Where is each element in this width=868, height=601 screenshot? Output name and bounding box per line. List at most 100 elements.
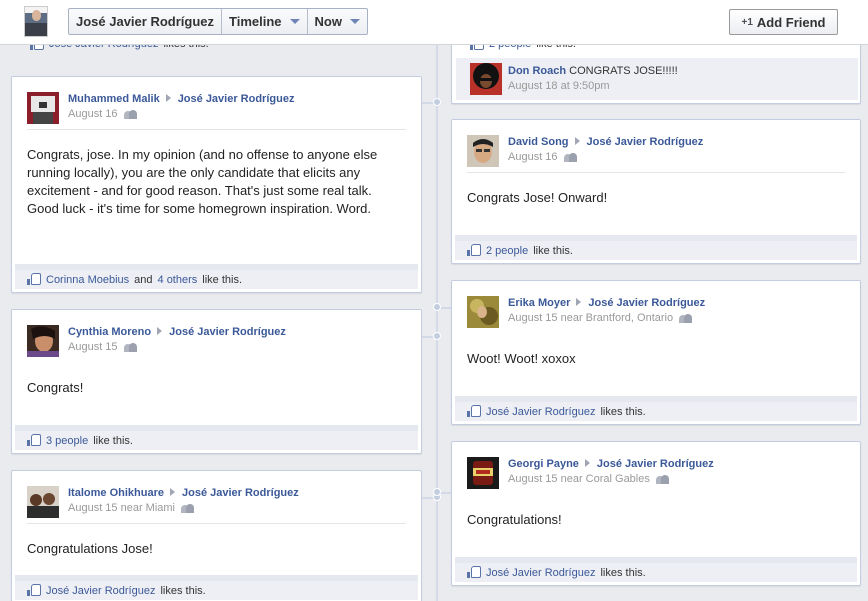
- avatar[interactable]: [467, 296, 499, 328]
- post-message: Congratulations Jose!: [27, 541, 153, 556]
- post-message: Congrats!: [27, 380, 84, 395]
- friends-audience-icon[interactable]: [655, 475, 670, 484]
- post-author-line: Erika Moyer José Javier Rodríguez: [508, 296, 705, 311]
- post-author-line: Georgi Payne José Javier Rodríguez: [508, 457, 714, 472]
- target-link[interactable]: José Javier Rodríguez: [182, 487, 299, 499]
- friends-audience-icon[interactable]: [679, 314, 693, 323]
- post-meta: August 15: [68, 340, 286, 355]
- timeline-header: José Javier Rodríguez Timeline Now +1 Ad…: [0, 0, 868, 45]
- friends-audience-icon[interactable]: [181, 504, 195, 513]
- like-thumb-icon: [467, 244, 481, 256]
- profile-thumbnail[interactable]: [24, 6, 48, 37]
- author-link[interactable]: Georgi Payne: [508, 458, 579, 470]
- post-meta: August 15 near Brantford, Ontario: [508, 311, 705, 326]
- post-message: Congrats, jose. In my opinion (and no of…: [27, 147, 378, 216]
- avatar[interactable]: [27, 92, 59, 124]
- likes-count-link[interactable]: 3 people: [46, 435, 88, 447]
- author-link[interactable]: Muhammed Malik: [68, 93, 160, 105]
- author-link[interactable]: Erika Moyer: [508, 297, 570, 309]
- like-bar: José Javier Rodríguez likes this.: [455, 396, 857, 421]
- divider: [467, 172, 845, 173]
- comment-content: Don Roach CONGRATS JOSE!!!!! August 18 a…: [508, 64, 678, 94]
- post-date[interactable]: August 15 near Brantford, Ontario: [508, 311, 673, 326]
- post-date[interactable]: August 15 near Miami: [68, 501, 175, 516]
- post-date[interactable]: August 16: [68, 107, 118, 122]
- friends-audience-icon[interactable]: [123, 343, 138, 352]
- add-friend-button[interactable]: +1 Add Friend: [729, 9, 838, 35]
- likes-suffix: like this.: [202, 273, 243, 286]
- likes-suffix: like this.: [533, 244, 573, 257]
- post-header: Italome Ohikhuare José Javier Rodríguez A…: [27, 486, 299, 518]
- post-header: Muhammed Malik José Javier Rodríguez Augu…: [27, 92, 294, 124]
- triangle-right-icon: [584, 459, 590, 467]
- author-link[interactable]: David Song: [508, 136, 569, 148]
- author-link[interactable]: Cynthia Moreno: [68, 326, 151, 338]
- likes-suffix: likes this.: [600, 566, 646, 579]
- likes-others-link[interactable]: 4 others: [158, 274, 198, 286]
- author-link[interactable]: Italome Ohikhuare: [68, 487, 164, 499]
- like-bar: Corinna Moebius and 4 others like this.: [15, 264, 418, 289]
- likes-suffix: likes this.: [600, 405, 646, 418]
- triangle-right-icon: [576, 298, 582, 306]
- avatar[interactable]: [27, 486, 59, 518]
- post-meta: August 15 near Miami: [68, 501, 299, 516]
- triangle-right-icon: [574, 137, 580, 145]
- comment-text: CONGRATS JOSE!!!!!: [569, 65, 678, 77]
- timeline-navigation: José Javier Rodríguez Timeline Now: [68, 8, 368, 35]
- timeline-dot: [433, 303, 441, 311]
- like-bar: José Javier Rodríguez likes this.: [455, 557, 857, 582]
- target-link[interactable]: José Javier Rodríguez: [588, 297, 705, 309]
- profile-name-link[interactable]: José Javier Rodríguez: [69, 9, 222, 34]
- post-message: Congrats Jose! Onward!: [467, 190, 608, 205]
- like-bar: José Javier Rodríguez likes this.: [15, 575, 418, 600]
- target-link[interactable]: José Javier Rodríguez: [597, 458, 714, 470]
- like-thumb-icon: [27, 584, 41, 596]
- post-meta: August 16: [508, 150, 703, 165]
- post-author-line: Cynthia Moreno José Javier Rodríguez: [68, 325, 286, 340]
- friends-audience-icon[interactable]: [123, 110, 138, 119]
- liker-link[interactable]: José Javier Rodríguez: [486, 406, 595, 418]
- post-meta: August 15 near Coral Gables: [508, 472, 714, 487]
- wall-post-card: David Song José Javier Rodríguez August 1…: [451, 119, 861, 264]
- target-link[interactable]: José Javier Rodríguez: [169, 326, 286, 338]
- post-date[interactable]: August 15: [68, 340, 118, 355]
- target-link[interactable]: José Javier Rodríguez: [178, 93, 295, 105]
- chevron-down-icon: [289, 19, 300, 24]
- post-date[interactable]: August 16: [508, 150, 558, 165]
- like-thumb-icon: [467, 566, 481, 578]
- target-link[interactable]: José Javier Rodríguez: [587, 136, 704, 148]
- like-thumb-icon: [467, 405, 481, 417]
- avatar[interactable]: [470, 63, 502, 95]
- avatar[interactable]: [467, 135, 499, 167]
- commenter-name[interactable]: Don Roach: [508, 65, 566, 77]
- comment-time[interactable]: August 18 at 9:50pm: [508, 80, 610, 92]
- timeline-dot: [433, 332, 441, 340]
- likes-suffix: likes this.: [160, 584, 206, 597]
- like-bar: 3 people like this.: [15, 425, 418, 450]
- liker-link[interactable]: José Javier Rodríguez: [486, 567, 595, 579]
- post-date[interactable]: August 15 near Coral Gables: [508, 472, 650, 487]
- friends-audience-icon[interactable]: [563, 153, 578, 162]
- divider: [27, 523, 406, 524]
- timeline-dropdown[interactable]: Timeline: [222, 9, 308, 34]
- avatar[interactable]: [27, 325, 59, 357]
- like-thumb-icon: [27, 434, 41, 446]
- post-header: Cynthia Moreno José Javier Rodríguez Augu…: [27, 325, 286, 357]
- add-friend-label: Add Friend: [756, 14, 826, 30]
- now-dropdown[interactable]: Now: [308, 9, 367, 34]
- post-author-line: Muhammed Malik José Javier Rodríguez: [68, 92, 294, 107]
- likes-count-link[interactable]: 2 people: [486, 245, 528, 257]
- profile-name: José Javier Rodríguez: [76, 14, 214, 29]
- like-thumb-icon: [27, 273, 41, 285]
- post-header: David Song José Javier Rodríguez August 1…: [467, 135, 703, 167]
- liker-link[interactable]: José Javier Rodríguez: [46, 585, 155, 597]
- post-author-line: Italome Ohikhuare José Javier Rodríguez: [68, 486, 299, 501]
- liker-link[interactable]: Corinna Moebius: [46, 274, 129, 286]
- post-message: Congratulations!: [467, 512, 562, 527]
- chevron-down-icon: [349, 19, 360, 24]
- wall-post-card: Georgi Payne José Javier Rodríguez August…: [451, 441, 861, 586]
- timeline-dot: [433, 488, 441, 496]
- wall-post-card: Erika Moyer José Javier Rodríguez August …: [451, 280, 861, 425]
- add-friend-icon: +1: [741, 16, 753, 28]
- avatar[interactable]: [467, 457, 499, 489]
